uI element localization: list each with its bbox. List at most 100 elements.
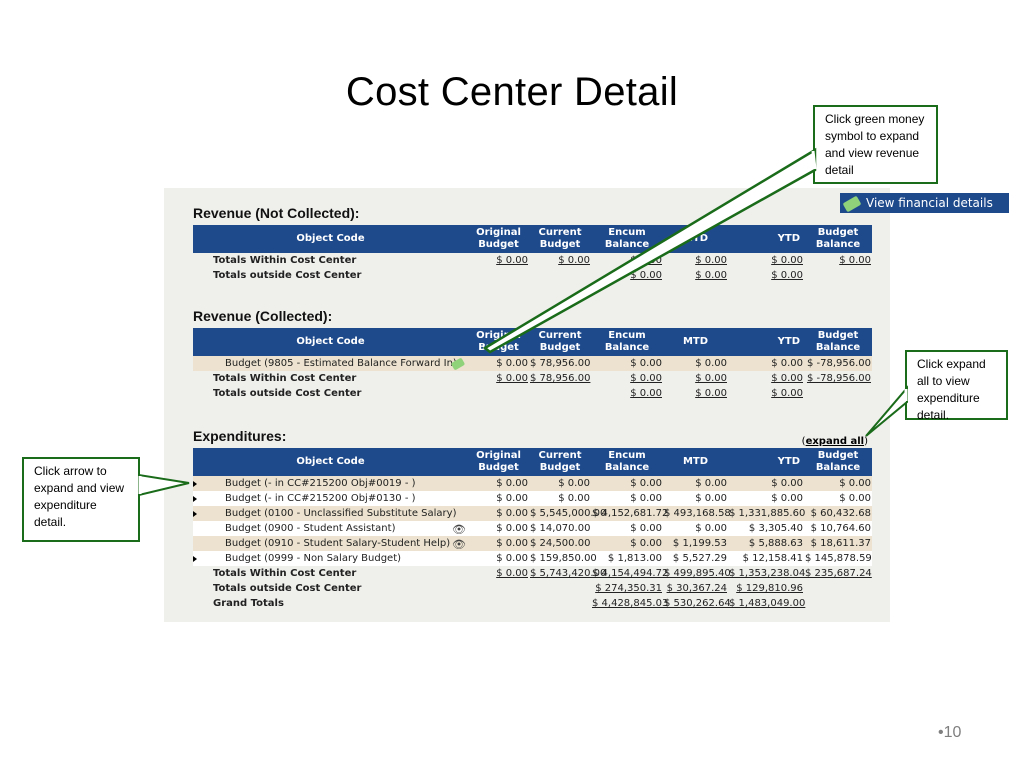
mtd-link[interactable]: $ 0.00	[695, 255, 727, 266]
encum-link[interactable]: $ 274,350.31	[595, 583, 662, 594]
balance-cell: $ 0.00	[839, 478, 871, 489]
original-link[interactable]: $ 0.00	[496, 373, 528, 384]
mtd-link[interactable]: $ 530,262.64	[664, 598, 731, 609]
ytd-cell: $ 1,483,049.00	[728, 596, 805, 611]
balance-link[interactable]: $ 235,687.24	[805, 568, 872, 579]
ytd-link[interactable]: $ 1,483,049.00	[729, 598, 805, 609]
current-link[interactable]: $ 0.00	[558, 255, 590, 266]
col-encum-balance: Encum Balance	[604, 450, 650, 473]
table-header-row: Object Code Original Budget Current Budget En…	[193, 225, 872, 253]
encum-link[interactable]: $ 0.00	[630, 270, 662, 281]
col-original-budget: Original Budget	[476, 227, 521, 250]
balance-cell: $ 0.00	[804, 253, 872, 268]
object-code-label: Budget (0910 - Student Salary-Student He…	[225, 538, 451, 549]
current-cell: $ 0.00	[558, 493, 590, 504]
callout-money-symbol: Click green money symbol to expand and v…	[813, 105, 938, 184]
current-cell: $ 5,545,000.00	[530, 508, 607, 519]
page-number-value: 10	[943, 724, 962, 741]
expand-all-link[interactable]: expand all	[806, 436, 865, 447]
object-code-label: Budget (- in CC#215200 Obj#0019 - )	[225, 478, 416, 489]
ytd-link[interactable]: $ 1,353,238.04	[729, 568, 805, 579]
mtd-link[interactable]: $ 0.00	[695, 388, 727, 399]
line-item-row: Budget (- in CC#215200 Obj#0130 - ) $ 0.0…	[193, 491, 872, 506]
ytd-link[interactable]: $ 0.00	[771, 388, 803, 399]
original-cell: $ 0.00	[496, 553, 528, 564]
current-cell	[529, 268, 591, 283]
totals-label: Totals Within Cost Center	[213, 255, 357, 266]
original-cell	[468, 596, 529, 611]
current-cell	[529, 596, 591, 611]
totals-label: Grand Totals	[213, 598, 284, 609]
mtd-link[interactable]: $ 0.00	[695, 373, 727, 384]
encum-link[interactable]: $ 0.00	[630, 255, 662, 266]
col-original-budget: Original Budget	[476, 330, 521, 353]
line-item-row: Budget (0100 - Unclassified Substitute S…	[193, 506, 872, 521]
totals-row: Totals outside Cost Center $ 274,350.31 $ …	[193, 581, 872, 596]
ytd-cell: $ 0.00	[771, 493, 803, 504]
money-icon[interactable]	[450, 357, 466, 373]
object-code-cell: Budget (- in CC#215200 Obj#0130 - )	[193, 491, 468, 506]
expand-arrow-icon[interactable]	[193, 556, 197, 562]
expand-arrow-icon[interactable]	[193, 511, 197, 517]
mtd-link[interactable]: $ 499,895.40	[664, 568, 731, 579]
encum-link[interactable]: $ 0.00	[630, 373, 662, 384]
expenditures-table: Object Code Original Budget Current Budget En…	[193, 448, 872, 611]
ytd-link[interactable]: $ 0.00	[771, 255, 803, 266]
object-code-label: Budget (0100 - Unclassified Substitute S…	[225, 508, 457, 519]
original-cell: $ 0.00	[496, 523, 528, 534]
totals-row: Totals Within Cost Center $ 0.00 $ 0.00 $ 0…	[193, 253, 872, 268]
totals-row: Totals Within Cost Center $ 0.00 $ 78,956.…	[193, 371, 872, 386]
object-code-cell: Budget (0900 - Student Assistant) 👁	[193, 521, 468, 536]
col-original-budget: Original Budget	[476, 450, 521, 473]
encum-cell: $ 0.00	[591, 253, 663, 268]
original-link[interactable]: $ 0.00	[496, 568, 528, 579]
section-title: Revenue (Not Collected):	[193, 205, 360, 221]
original-link[interactable]: $ 0.00	[496, 255, 528, 266]
ytd-link[interactable]: $ 129,810.96	[736, 583, 803, 594]
object-code-label: Budget (0900 - Student Assistant)	[225, 523, 396, 534]
page-number: •10	[938, 724, 962, 741]
ytd-link[interactable]: $ 0.00	[771, 373, 803, 384]
mtd-link[interactable]: $ 30,367.24	[667, 583, 727, 594]
encum-link[interactable]: $ 4,154,494.72	[592, 568, 668, 579]
original-cell: $ 0.00	[468, 253, 529, 268]
object-code-label: Budget (9805 - Estimated Balance Forward…	[225, 358, 457, 369]
ytd-cell: $ 0.00	[771, 358, 803, 369]
ytd-cell: $ 129,810.96	[728, 581, 804, 596]
mtd-cell: $ 5,527.29	[672, 553, 727, 564]
balance-link[interactable]: $ -78,956.00	[807, 373, 871, 384]
mtd-cell: $ 499,895.40	[663, 566, 731, 581]
encum-link[interactable]: $ 4,428,845.03	[592, 598, 668, 609]
current-cell: $ 0.00	[558, 478, 590, 489]
col-object-code: Object Code	[296, 233, 365, 244]
encum-cell: $ 0.00	[630, 358, 662, 369]
col-budget-balance: Budget Balance	[815, 227, 861, 250]
balance-cell	[804, 596, 872, 611]
encum-cell: $ 0.00	[591, 268, 663, 283]
col-ytd: YTD	[777, 336, 800, 347]
totals-row: Totals outside Cost Center $ 0.00 $ 0.00 $ …	[193, 386, 872, 401]
encum-link[interactable]: $ 0.00	[630, 388, 662, 399]
object-code-cell: Budget (9805 - Estimated Balance Forward…	[193, 356, 468, 371]
mtd-cell: $ 0.00	[663, 371, 728, 386]
totals-label: Totals outside Cost Center	[213, 270, 362, 281]
revenue-not-collected-section: Revenue (Not Collected): Object Code Orig…	[193, 205, 872, 283]
ytd-cell: $ 0.00	[728, 386, 804, 401]
balance-link[interactable]: $ 0.00	[839, 255, 871, 266]
totals-row: Totals Within Cost Center $ 0.00 $ 5,743,4…	[193, 566, 872, 581]
encum-cell: $ 4,428,845.03	[591, 596, 668, 611]
expand-arrow-icon[interactable]	[193, 496, 197, 502]
table-header-row: Object Code Original Budget Current Budget En…	[193, 448, 872, 476]
mtd-cell: $ 30,367.24	[663, 581, 728, 596]
current-cell	[529, 581, 591, 596]
col-ytd: YTD	[777, 456, 800, 467]
original-cell: $ 0.00	[496, 538, 528, 549]
expand-arrow-icon[interactable]	[193, 481, 197, 487]
mtd-link[interactable]: $ 0.00	[695, 270, 727, 281]
ytd-link[interactable]: $ 0.00	[771, 270, 803, 281]
current-link[interactable]: $ 78,956.00	[530, 373, 590, 384]
balance-cell: $ 60,432.68	[810, 508, 871, 519]
totals-label: Totals Within Cost Center	[213, 373, 357, 384]
col-object-code: Object Code	[296, 336, 365, 347]
col-current-budget: Current Budget	[538, 227, 582, 250]
